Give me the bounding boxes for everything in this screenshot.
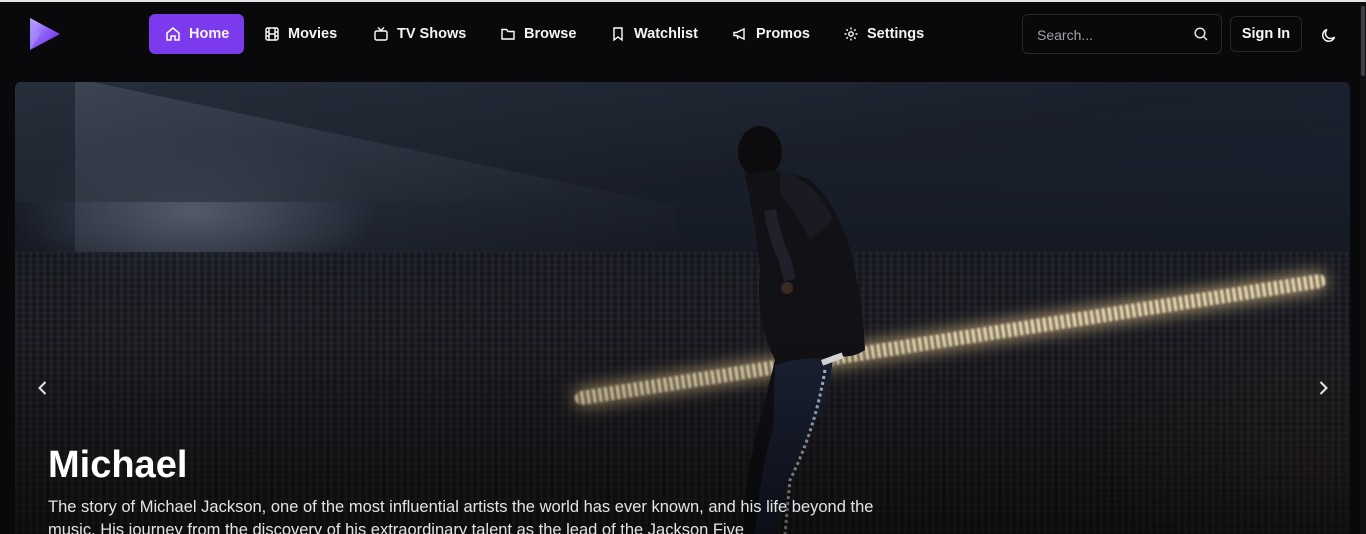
nav-promos[interactable]: Promos bbox=[716, 14, 826, 54]
folder-icon bbox=[501, 28, 515, 40]
gear-icon bbox=[844, 27, 858, 41]
nav-movies[interactable]: Movies bbox=[248, 14, 353, 54]
megaphone-icon bbox=[733, 27, 745, 41]
nav-label-tv-shows: TV Shows bbox=[397, 26, 467, 42]
play-logo-icon[interactable] bbox=[26, 16, 62, 52]
tv-icon bbox=[374, 27, 388, 41]
bookmark-icon bbox=[613, 27, 623, 42]
nav-label-browse: Browse bbox=[524, 26, 577, 42]
nav-tv-shows[interactable]: TV Shows bbox=[357, 14, 482, 54]
nav-home[interactable]: Home bbox=[149, 14, 244, 54]
chevron-right-icon[interactable] bbox=[1313, 378, 1333, 398]
nav-settings[interactable]: Settings bbox=[827, 14, 940, 54]
nav-watchlist[interactable]: Watchlist bbox=[594, 14, 714, 54]
hero-carousel[interactable]: Michael The story of Michael Jackson, on… bbox=[15, 82, 1350, 534]
nav-label-movies: Movies bbox=[288, 26, 338, 42]
navbar: Home Movies TV Shows Browse Watchlist Pr… bbox=[0, 2, 1366, 68]
chevron-left-icon[interactable] bbox=[33, 378, 53, 398]
film-icon bbox=[265, 27, 279, 41]
hero-gradient-overlay bbox=[15, 82, 1350, 534]
home-icon bbox=[166, 27, 180, 41]
nav-label-promos: Promos bbox=[756, 26, 810, 42]
search-box bbox=[1022, 14, 1222, 55]
scrollbar-thumb[interactable] bbox=[1361, 6, 1365, 76]
moon-icon[interactable] bbox=[1320, 26, 1338, 44]
search-icon[interactable] bbox=[1193, 26, 1209, 42]
nav-label-settings: Settings bbox=[867, 26, 925, 42]
sign-in-button[interactable]: Sign In bbox=[1230, 16, 1302, 52]
hero-description: The story of Michael Jackson, one of the… bbox=[48, 498, 874, 534]
nav-label-home: Home bbox=[189, 26, 230, 42]
nav-label-watchlist: Watchlist bbox=[634, 26, 698, 42]
page-scrollbar[interactable] bbox=[1360, 2, 1366, 534]
hero-title: Michael bbox=[48, 444, 188, 486]
search-input[interactable] bbox=[1035, 15, 1189, 55]
nav-browse[interactable]: Browse bbox=[484, 14, 592, 54]
